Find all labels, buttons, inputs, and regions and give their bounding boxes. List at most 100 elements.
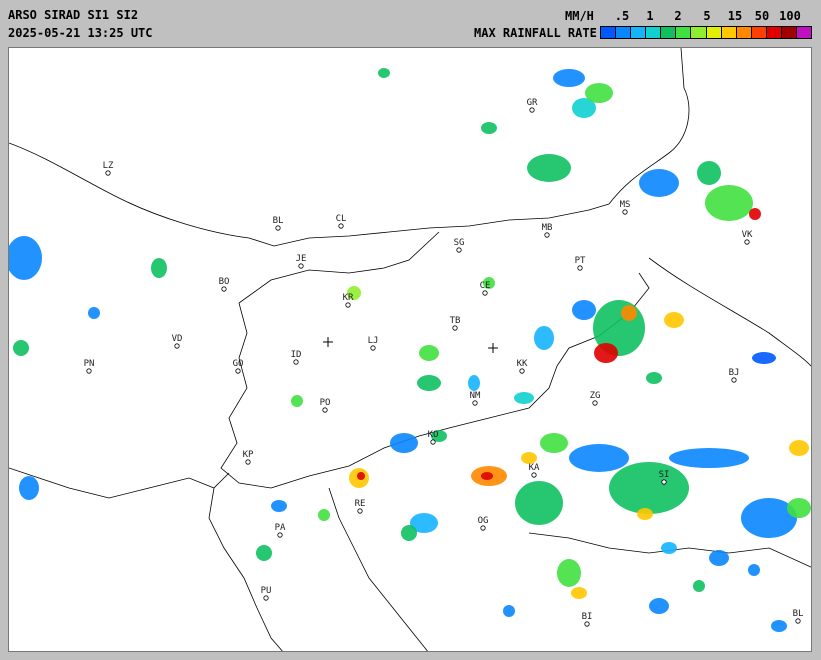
city-marker: RE: [355, 499, 366, 514]
legend-swatch: [781, 27, 798, 38]
city-marker: KK: [517, 359, 528, 374]
legend-tick: 5: [703, 9, 711, 23]
rain-echo: [787, 498, 811, 518]
city-label: VK: [742, 230, 753, 240]
city-dot-icon: [430, 439, 436, 445]
coast-kvarner: [328, 487, 428, 651]
city-label: BI: [582, 612, 593, 622]
timestamp: 2025-05-21 13:25 UTC: [8, 26, 153, 40]
city-dot-icon: [293, 359, 299, 365]
city-marker: PN: [84, 359, 94, 374]
rain-echo: [390, 433, 418, 453]
city-label: RE: [355, 499, 366, 509]
border-austria-italy: [9, 142, 610, 247]
rain-echo: [585, 83, 613, 103]
rain-echo: [594, 343, 618, 363]
city-dot-icon: [577, 265, 583, 271]
rain-echo: [527, 154, 571, 182]
city-dot-icon: [174, 343, 180, 349]
city-markers: LZ BL CL GR MB MS VK SG JE BO KR CE PT TB LJ VD PN GO ID KK…: [84, 98, 804, 627]
rain-echo: [481, 122, 497, 134]
rain-echo: [646, 372, 662, 384]
city-marker: BJ: [729, 368, 739, 383]
city-label: NM: [470, 391, 481, 401]
city-dot-icon: [744, 239, 750, 245]
city-marker: VK: [742, 230, 753, 245]
city-dot-icon: [456, 247, 462, 253]
rain-echo: [13, 340, 29, 356]
rain-echo: [481, 472, 493, 480]
rain-echo: [271, 500, 287, 512]
legend-swatch: [676, 27, 692, 38]
rain-echo: [571, 587, 587, 599]
city-marker: PU: [261, 586, 272, 601]
city-label: KK: [517, 359, 528, 369]
city-dot-icon: [529, 107, 535, 113]
city-label: ZG: [590, 391, 601, 401]
rain-echo: [503, 605, 515, 617]
crosshair-marker: [488, 343, 498, 353]
city-label: CL: [336, 214, 347, 224]
rain-echo: [417, 375, 441, 391]
city-dot-icon: [275, 225, 281, 231]
city-dot-icon: [298, 263, 304, 269]
city-marker: PA: [275, 523, 286, 538]
rain-echo: [789, 440, 809, 456]
city-marker: CL: [336, 214, 347, 229]
rain-echo: [749, 208, 761, 220]
city-dot-icon: [622, 209, 628, 215]
rain-echo: [401, 525, 417, 541]
border-slovenia-austria: [238, 231, 440, 304]
legend-swatch: [706, 27, 722, 38]
rain-echo: [291, 395, 303, 407]
city-marker: BL: [793, 609, 804, 624]
legend-tick: 1: [646, 9, 654, 23]
rain-echo: [639, 169, 679, 197]
legend-swatch: [601, 27, 617, 38]
legend-title: MAX RAINFALL RATE: [474, 26, 597, 40]
rain-echo: [752, 352, 776, 364]
city-label: PO: [320, 398, 331, 408]
city-label: GO: [233, 359, 244, 369]
rain-echo: [88, 307, 100, 319]
city-label: ID: [291, 350, 302, 360]
city-marker: SG: [454, 238, 464, 253]
radar-map[interactable]: LZ BL CL GR MB MS VK SG JE BO KR CE PT TB LJ VD PN GO ID KK…: [8, 47, 812, 652]
city-marker: JE: [296, 254, 306, 269]
city-label: BL: [793, 609, 804, 619]
rain-echo: [693, 580, 705, 592]
rain-echo: [19, 476, 39, 500]
city-label: PU: [261, 586, 272, 596]
city-label: CE: [480, 281, 491, 291]
legend-tick: .5: [614, 9, 630, 23]
city-dot-icon: [531, 472, 537, 478]
rain-echoes: [9, 68, 811, 632]
rain-echo: [553, 69, 585, 87]
rain-echo: [256, 545, 272, 561]
rain-echo: [621, 305, 637, 321]
rain-echo: [649, 598, 669, 614]
city-marker: NM: [470, 391, 481, 406]
city-dot-icon: [370, 345, 376, 351]
city-label: MB: [542, 223, 553, 233]
legend-swatch: [616, 27, 632, 38]
city-label: TB: [450, 316, 461, 326]
city-dot-icon: [357, 508, 363, 514]
city-dot-icon: [795, 618, 801, 624]
rain-echo: [569, 444, 629, 472]
legend-swatch: [736, 27, 752, 38]
rain-echo: [572, 300, 596, 320]
city-marker: LZ: [103, 161, 114, 176]
city-dot-icon: [345, 302, 351, 308]
legend-swatch: [797, 27, 812, 38]
unit-label: MM/H: [565, 9, 594, 23]
rain-echo: [637, 508, 653, 520]
city-dot-icon: [482, 290, 488, 296]
city-marker: TB: [450, 316, 461, 331]
legend-swatch: [646, 27, 662, 38]
city-marker: ZG: [590, 391, 601, 406]
rain-echo: [515, 481, 563, 525]
rain-echo: [318, 509, 330, 521]
city-marker: BL: [273, 216, 283, 231]
legend-swatch: [751, 27, 767, 38]
